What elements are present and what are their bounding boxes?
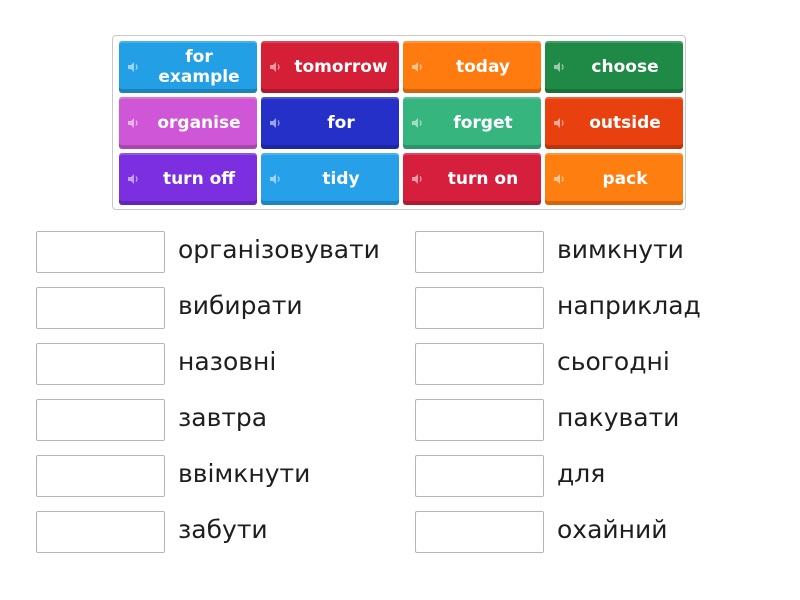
drop-slot[interactable]: [36, 231, 165, 273]
speaker-icon[interactable]: [270, 174, 282, 184]
tile-label: turn on: [447, 169, 519, 189]
tile-label: for example: [158, 47, 240, 87]
drop-slot[interactable]: [415, 455, 544, 497]
tile-label: turn off: [162, 169, 236, 189]
speaker-icon[interactable]: [270, 62, 282, 72]
answer-tile[interactable]: pack: [545, 153, 683, 205]
speaker-icon[interactable]: [128, 118, 140, 128]
match-row: сьогодні: [415, 343, 795, 385]
ukrainian-word: наприклад: [557, 291, 701, 320]
drop-slot[interactable]: [36, 343, 165, 385]
speaker-icon[interactable]: [554, 118, 566, 128]
ukrainian-word: для: [557, 459, 606, 488]
drop-slot[interactable]: [36, 511, 165, 553]
match-row: ввімкнути: [36, 455, 416, 497]
answer-tile[interactable]: for: [261, 97, 399, 149]
answer-tile-tray: for example tomorrow today choose organise fo…: [112, 35, 686, 210]
drop-slot[interactable]: [415, 287, 544, 329]
drop-slot[interactable]: [415, 343, 544, 385]
ukrainian-word: сьогодні: [557, 347, 670, 376]
answer-tile[interactable]: today: [403, 41, 541, 93]
speaker-icon[interactable]: [554, 174, 566, 184]
speaker-icon[interactable]: [412, 118, 424, 128]
tile-grid: for example tomorrow today choose organise fo…: [119, 41, 683, 205]
tile-label: organise: [157, 113, 241, 133]
match-row: забути: [36, 511, 416, 553]
tile-label: tidy: [322, 169, 360, 189]
match-row: назовні: [36, 343, 416, 385]
speaker-icon[interactable]: [412, 174, 424, 184]
answer-tile[interactable]: choose: [545, 41, 683, 93]
ukrainian-word: організовувати: [178, 235, 380, 264]
drop-slot[interactable]: [36, 455, 165, 497]
tile-label: tomorrow: [294, 57, 388, 77]
drop-slot[interactable]: [415, 399, 544, 441]
match-row: для: [415, 455, 795, 497]
match-row: організовувати: [36, 231, 416, 273]
answer-tile[interactable]: forget: [403, 97, 541, 149]
tile-label: for: [327, 113, 355, 133]
ukrainian-word: назовні: [178, 347, 277, 376]
answer-tile[interactable]: for example: [119, 41, 257, 93]
tile-label: pack: [602, 169, 648, 189]
answer-tile[interactable]: turn on: [403, 153, 541, 205]
answer-tile[interactable]: outside: [545, 97, 683, 149]
ukrainian-word: забути: [178, 515, 268, 544]
tile-label: forget: [453, 113, 513, 133]
ukrainian-word: пакувати: [557, 403, 680, 432]
answer-tile[interactable]: organise: [119, 97, 257, 149]
ukrainian-word: вимкнути: [557, 235, 684, 264]
match-row: пакувати: [415, 399, 795, 441]
match-row: завтра: [36, 399, 416, 441]
ukrainian-word: охайний: [557, 515, 668, 544]
tile-label: today: [455, 57, 510, 77]
ukrainian-word: завтра: [178, 403, 268, 432]
drop-slot[interactable]: [415, 511, 544, 553]
tile-label: choose: [591, 57, 659, 77]
speaker-icon[interactable]: [128, 62, 140, 72]
speaker-icon[interactable]: [412, 62, 424, 72]
match-row: охайний: [415, 511, 795, 553]
drop-slot[interactable]: [36, 287, 165, 329]
answer-tile[interactable]: tidy: [261, 153, 399, 205]
answer-tile[interactable]: turn off: [119, 153, 257, 205]
match-row: наприклад: [415, 287, 795, 329]
speaker-icon[interactable]: [270, 118, 282, 128]
match-row: вимкнути: [415, 231, 795, 273]
ukrainian-word: ввімкнути: [178, 459, 311, 488]
answer-tile[interactable]: tomorrow: [261, 41, 399, 93]
drop-slot[interactable]: [36, 399, 165, 441]
speaker-icon[interactable]: [554, 62, 566, 72]
tile-label: outside: [589, 113, 661, 133]
match-row: вибирати: [36, 287, 416, 329]
ukrainian-word: вибирати: [178, 291, 303, 320]
speaker-icon[interactable]: [128, 174, 140, 184]
drop-slot[interactable]: [415, 231, 544, 273]
